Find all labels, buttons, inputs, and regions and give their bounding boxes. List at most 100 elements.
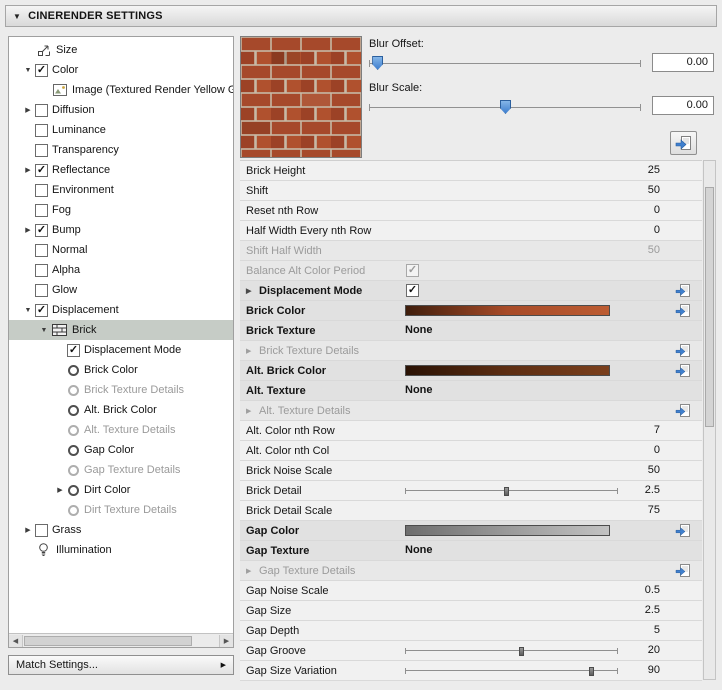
match-settings-button[interactable]: Match Settings... ▶ [8, 655, 234, 675]
param-row-half-width-every-nth-row[interactable]: Half Width Every nth Row0 [240, 221, 702, 241]
table-vertical-scrollbar[interactable] [703, 160, 716, 680]
slider-track[interactable] [405, 490, 618, 491]
radio-dirt-color[interactable] [68, 485, 79, 496]
expand-icon[interactable]: ▶ [246, 407, 259, 415]
checkbox-reflectance[interactable]: ✓ [35, 164, 48, 177]
tree-item-displacement-mode[interactable]: ✓Displacement Mode [9, 340, 233, 360]
color-swatch[interactable] [405, 305, 610, 316]
tree-item-diffusion[interactable]: ▶Diffusion [9, 100, 233, 120]
tree-item-image-textured-render-yellow-g[interactable]: Image (Textured Render Yellow G [9, 80, 233, 100]
tree-item-gap-texture-details[interactable]: Gap Texture Details [9, 460, 233, 480]
blur-scale-slider[interactable] [369, 99, 641, 115]
blur-offset-handle[interactable] [372, 56, 383, 70]
param-value[interactable]: None [405, 381, 433, 400]
param-row-shift-half-width[interactable]: Shift Half Width50 [240, 241, 702, 261]
tree-item-bump[interactable]: ▶✓Bump [9, 220, 233, 240]
expand-icon[interactable]: ▶ [246, 347, 259, 355]
param-row-gap-groove[interactable]: Gap Groove20 [240, 641, 702, 661]
checkbox-displacement-mode[interactable]: ✓ [406, 284, 419, 297]
link-parameter-icon[interactable] [675, 304, 690, 318]
link-parameter-icon[interactable] [675, 364, 690, 378]
tree-item-brick[interactable]: ▼Brick [9, 320, 233, 340]
param-row-brick-detail[interactable]: Brick Detail2.5 [240, 481, 702, 501]
param-row-gap-texture-details[interactable]: ▶Gap Texture Details [240, 561, 702, 581]
checkbox-balance-alt-color-period[interactable]: ✓ [406, 264, 419, 277]
param-row-brick-noise-scale[interactable]: Brick Noise Scale50 [240, 461, 702, 481]
collapse-icon[interactable]: ▼ [21, 67, 35, 74]
param-row-alt-brick-color[interactable]: Alt. Brick Color [240, 361, 702, 381]
link-parameter-icon[interactable] [675, 404, 690, 418]
collapse-icon[interactable]: ▼ [37, 327, 51, 334]
tree-item-alpha[interactable]: Alpha [9, 260, 233, 280]
expand-icon[interactable]: ▶ [246, 567, 259, 575]
blur-scale-field[interactable]: 0.00 [652, 96, 714, 115]
radio-dirt-texture-details[interactable] [68, 505, 79, 516]
checkbox-environment[interactable] [35, 184, 48, 197]
collapse-triangle-icon[interactable]: ▼ [13, 12, 21, 21]
checkbox-alpha[interactable] [35, 264, 48, 277]
tree-item-brick-texture-details[interactable]: Brick Texture Details [9, 380, 233, 400]
scroll-left-button[interactable]: ◀ [9, 635, 23, 647]
param-row-displacement-mode[interactable]: ▶Displacement Mode✓ [240, 281, 702, 301]
blur-scale-handle[interactable] [500, 100, 511, 114]
param-row-gap-color[interactable]: Gap Color [240, 521, 702, 541]
slider-track[interactable] [405, 650, 618, 651]
param-row-balance-alt-color-period[interactable]: Balance Alt Color Period✓ [240, 261, 702, 281]
slider-track[interactable] [369, 63, 641, 64]
param-value[interactable]: 90 [648, 661, 660, 680]
param-row-brick-texture-details[interactable]: ▶Brick Texture Details [240, 341, 702, 361]
param-value[interactable]: 25 [648, 161, 660, 180]
tree-item-transparency[interactable]: Transparency [9, 140, 233, 160]
tree-item-fog[interactable]: Fog [9, 200, 233, 220]
param-value[interactable]: 2.5 [645, 601, 660, 620]
tree-item-luminance[interactable]: Luminance [9, 120, 233, 140]
param-value[interactable]: 20 [648, 641, 660, 660]
param-value[interactable]: 2.5 [645, 481, 660, 500]
checkbox-displacement-mode[interactable]: ✓ [67, 344, 80, 357]
tree-item-brick-color[interactable]: Brick Color [9, 360, 233, 380]
param-value[interactable]: 0.5 [645, 581, 660, 600]
radio-brick-color[interactable] [68, 365, 79, 376]
link-parameter-icon[interactable] [675, 524, 690, 538]
param-value[interactable]: 0 [654, 221, 660, 240]
checkbox-normal[interactable] [35, 244, 48, 257]
checkbox-transparency[interactable] [35, 144, 48, 157]
expand-icon[interactable]: ▶ [53, 486, 67, 494]
param-row-brick-color[interactable]: Brick Color [240, 301, 702, 321]
texture-preview[interactable] [240, 36, 362, 158]
tree-item-dirt-color[interactable]: ▶Dirt Color [9, 480, 233, 500]
param-value[interactable]: 75 [648, 501, 660, 520]
tree-item-displacement[interactable]: ▼✓Displacement [9, 300, 233, 320]
param-row-gap-depth[interactable]: Gap Depth5 [240, 621, 702, 641]
param-row-gap-noise-scale[interactable]: Gap Noise Scale0.5 [240, 581, 702, 601]
radio-gap-texture-details[interactable] [68, 465, 79, 476]
expand-icon[interactable]: ▶ [21, 226, 35, 234]
param-value[interactable]: 50 [648, 461, 660, 480]
tree-item-size[interactable]: Size [9, 40, 233, 60]
expand-icon[interactable]: ▶ [21, 106, 35, 114]
transfer-settings-button[interactable] [670, 131, 697, 155]
param-value[interactable]: 7 [654, 421, 660, 440]
tree-item-normal[interactable]: Normal [9, 240, 233, 260]
param-row-brick-detail-scale[interactable]: Brick Detail Scale75 [240, 501, 702, 521]
param-row-shift[interactable]: Shift50 [240, 181, 702, 201]
tree-item-glow[interactable]: Glow [9, 280, 233, 300]
collapse-icon[interactable]: ▼ [21, 307, 35, 314]
param-value[interactable]: 5 [654, 621, 660, 640]
param-value[interactable]: 50 [648, 181, 660, 200]
param-row-reset-nth-row[interactable]: Reset nth Row0 [240, 201, 702, 221]
expand-icon[interactable]: ▶ [21, 526, 35, 534]
slider-handle[interactable] [504, 487, 509, 496]
tree-item-alt-brick-color[interactable]: Alt. Brick Color [9, 400, 233, 420]
param-row-alt-texture-details[interactable]: ▶Alt. Texture Details [240, 401, 702, 421]
param-row-gap-size-variation[interactable]: Gap Size Variation90 [240, 661, 702, 681]
checkbox-grass[interactable] [35, 524, 48, 537]
tree-horizontal-scrollbar[interactable]: ◀ ▶ [9, 633, 233, 647]
panel-header[interactable]: ▼ CINERENDER SETTINGS [5, 5, 717, 27]
param-value[interactable]: 0 [654, 441, 660, 460]
param-row-alt-color-nth-col[interactable]: Alt. Color nth Col0 [240, 441, 702, 461]
link-parameter-icon[interactable] [675, 344, 690, 358]
checkbox-luminance[interactable] [35, 124, 48, 137]
tree-item-reflectance[interactable]: ▶✓Reflectance [9, 160, 233, 180]
expand-icon[interactable]: ▶ [246, 287, 259, 295]
